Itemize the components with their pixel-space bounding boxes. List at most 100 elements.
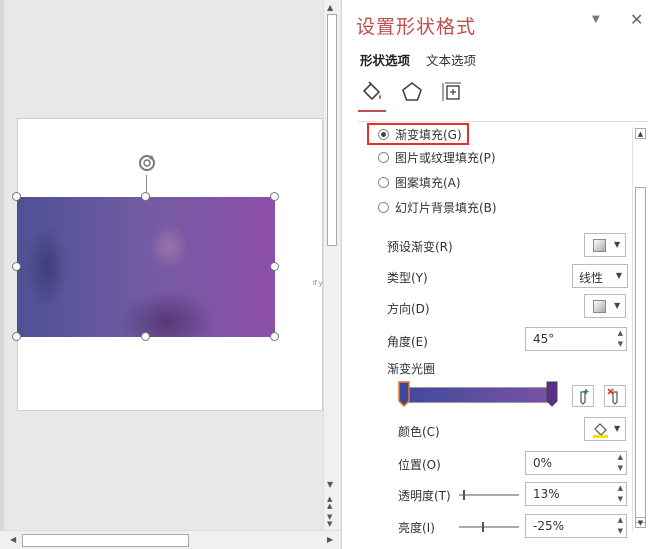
scroll-up-icon[interactable]: ▲ — [635, 128, 646, 139]
next-slide-icon[interactable]: ▼ ▼ — [327, 514, 332, 528]
scroll-right-icon[interactable]: ▶ — [327, 535, 333, 544]
pane-scroll-thumb[interactable] — [635, 187, 646, 523]
gradient-swatch-icon — [593, 239, 606, 252]
spin-down-icon[interactable]: ▼ — [618, 527, 623, 535]
transparency-label: 透明度(T) — [398, 489, 451, 503]
pane-divider — [358, 121, 648, 122]
effects-pentagon-icon[interactable] — [400, 80, 424, 104]
resize-handle-bottom-left[interactable] — [12, 332, 21, 341]
gradient-type-value: 线性 — [579, 271, 604, 285]
slide-editing-area[interactable]: If y tra ext pla ▲ ▼ ▲▲ ▼▼ ◀ ▶ — [0, 0, 341, 549]
chevron-down-icon: ▼ — [614, 240, 621, 249]
brightness-slider-thumb[interactable] — [482, 522, 484, 532]
add-gradient-stop-button[interactable] — [572, 385, 594, 407]
transparency-slider-track[interactable] — [459, 494, 519, 496]
position-value: 0% — [533, 456, 553, 470]
brightness-value: -25% — [533, 519, 565, 533]
resize-handle-bottom[interactable] — [141, 332, 150, 341]
tab-text-options[interactable]: 文本选项 — [426, 50, 476, 69]
rotation-handle-icon[interactable] — [136, 152, 158, 174]
angle-spinner[interactable]: 45° ▲ ▼ — [525, 327, 627, 351]
slide-text-snippet: If y tra ext pla — [313, 280, 323, 287]
spin-up-icon[interactable]: ▲ — [618, 329, 623, 337]
chevron-down-icon: ▼ — [614, 424, 621, 433]
spin-down-icon[interactable]: ▼ — [618, 464, 623, 472]
color-dropdown[interactable]: ▼ — [584, 417, 626, 441]
radio-button[interactable] — [378, 176, 389, 188]
position-spinner[interactable]: 0% ▲ ▼ — [525, 451, 627, 475]
active-category-indicator — [358, 110, 386, 112]
chevron-down-icon: ▼ — [614, 301, 621, 310]
type-label: 类型(Y) — [387, 271, 428, 285]
radio-label: 图案填充(A) — [395, 175, 461, 190]
paint-bucket-icon — [593, 423, 608, 438]
vertical-scroll-thumb[interactable] — [327, 14, 337, 246]
previous-slide-icon[interactable]: ▲ ▲ — [327, 496, 332, 510]
radio-label: 图片或纹理填充(P) — [395, 150, 496, 165]
transparency-slider-thumb[interactable] — [463, 490, 465, 500]
remove-gradient-stop-button[interactable] — [604, 385, 626, 407]
transparency-value: 13% — [533, 487, 560, 501]
slide-vertical-scrollbar[interactable]: ▲ ▼ ▲ ▲ ▼ ▼ — [323, 0, 340, 530]
gradient-stop-handle-end[interactable] — [546, 381, 558, 407]
horizontal-scroll-thumb[interactable] — [22, 534, 189, 547]
format-shape-pane: 设置形状格式 ▼ ✕ 形状选项 文本选项 渐变填充(G) 图片或纹理填充(P) … — [341, 0, 659, 549]
chevron-down-icon: ▼ — [615, 271, 622, 280]
direction-swatch-icon — [593, 300, 606, 313]
resize-handle-top-right[interactable] — [270, 192, 279, 201]
radio-button[interactable] — [378, 151, 389, 163]
resize-handle-right[interactable] — [270, 262, 279, 271]
radio-button[interactable] — [378, 201, 389, 213]
radio-slide-background-fill[interactable]: 幻灯片背景填充(B) — [378, 198, 497, 216]
scroll-up-icon[interactable]: ▲ — [327, 3, 333, 12]
gradient-stops-bar[interactable] — [402, 387, 554, 403]
brightness-label: 亮度(I) — [398, 521, 435, 535]
gradient-stops-label: 渐变光圈 — [387, 362, 436, 376]
gradient-type-select[interactable]: 线性 ▼ — [572, 264, 628, 288]
pane-vertical-scrollbar[interactable]: ▲ ▼ — [632, 127, 646, 531]
preset-gradient-dropdown[interactable]: ▼ — [584, 233, 626, 257]
radio-gradient-fill[interactable]: 渐变填充(G) — [378, 125, 462, 143]
size-properties-icon[interactable] — [440, 80, 464, 104]
fill-line-icon[interactable] — [360, 80, 384, 104]
photo-with-gradient-overlay — [17, 197, 275, 337]
spin-up-icon[interactable]: ▲ — [618, 484, 623, 492]
pane-options-chevron-icon[interactable]: ▼ — [592, 14, 600, 25]
radio-picture-texture-fill[interactable]: 图片或纹理填充(P) — [378, 148, 496, 166]
color-label: 颜色(C) — [398, 425, 440, 439]
pane-title: 设置形状格式 — [356, 16, 477, 38]
gradient-stop-handle-start[interactable] — [398, 381, 410, 407]
resize-handle-bottom-right[interactable] — [270, 332, 279, 341]
resize-handle-top[interactable] — [141, 192, 150, 201]
resize-handle-top-left[interactable] — [12, 192, 21, 201]
radio-label: 渐变填充(G) — [395, 127, 462, 142]
brightness-slider-track[interactable] — [459, 526, 519, 528]
angle-label: 角度(E) — [387, 335, 428, 349]
tab-shape-options[interactable]: 形状选项 — [360, 50, 410, 69]
resize-handle-left[interactable] — [12, 262, 21, 271]
scroll-down-icon[interactable]: ▼ — [327, 480, 333, 489]
spin-down-icon[interactable]: ▼ — [618, 495, 623, 503]
spin-down-icon[interactable]: ▼ — [618, 340, 623, 348]
scroll-down-icon[interactable]: ▼ — [635, 517, 646, 528]
selected-picture-shape[interactable] — [17, 197, 275, 337]
thumbnail-pane-edge — [0, 0, 4, 549]
brightness-spinner[interactable]: -25% ▲ ▼ — [525, 514, 627, 538]
spin-up-icon[interactable]: ▲ — [618, 453, 623, 461]
radio-pattern-fill[interactable]: 图案填充(A) — [378, 173, 461, 191]
add-stop-icon — [580, 389, 589, 405]
radio-button-checked[interactable] — [378, 128, 389, 140]
close-icon[interactable]: ✕ — [630, 10, 643, 29]
transparency-spinner[interactable]: 13% ▲ ▼ — [525, 482, 627, 506]
fill-options-content: 渐变填充(G) 图片或纹理填充(P) 图案填充(A) 幻灯片背景填充(B) 预设… — [342, 123, 632, 543]
scroll-left-icon[interactable]: ◀ — [10, 535, 16, 544]
angle-value: 45° — [533, 332, 555, 346]
slide-horizontal-scrollbar[interactable]: ◀ ▶ — [0, 530, 340, 549]
radio-label: 幻灯片背景填充(B) — [395, 200, 497, 215]
remove-stop-icon — [607, 388, 618, 405]
direction-label: 方向(D) — [387, 302, 430, 316]
position-label: 位置(O) — [398, 458, 441, 472]
spin-up-icon[interactable]: ▲ — [618, 516, 623, 524]
preset-gradient-label: 预设渐变(R) — [387, 240, 453, 254]
direction-dropdown[interactable]: ▼ — [584, 294, 626, 318]
